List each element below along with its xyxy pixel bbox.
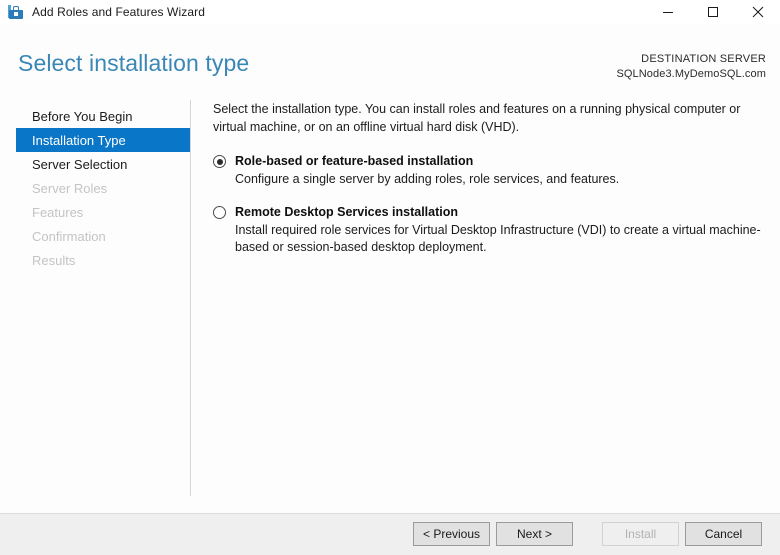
wizard-footer: < Previous Next > Install Cancel [0,513,780,555]
window-title: Add Roles and Features Wizard [32,5,205,19]
title-bar: Add Roles and Features Wizard [0,0,780,24]
destination-server-label: DESTINATION SERVER [641,53,766,65]
toolbox-icon [8,4,24,20]
sidebar-item-server-roles: Server Roles [16,176,190,200]
option-remote-desktop-services[interactable]: Remote Desktop Services installation Ins… [213,204,765,256]
sidebar-item-label: Confirmation [32,228,106,244]
minimize-icon [662,12,673,13]
option-description: Configure a single server by adding role… [235,172,620,186]
sidebar-item-before-you-begin[interactable]: Before You Begin [16,104,190,128]
instruction-text: Select the installation type. You can in… [213,102,741,134]
sidebar-item-features: Features [16,200,190,224]
sidebar-item-label: Features [32,204,84,220]
sidebar-item-label: Server Roles [32,180,108,196]
main-content: Select the installation type. You can in… [213,100,765,256]
minimize-button[interactable] [645,0,690,24]
page-title: Select installation type [18,50,250,76]
close-icon [752,6,763,18]
maximize-button[interactable] [690,0,735,24]
radio-remote-desktop-services-installation[interactable] [213,206,226,219]
sidebar-item-confirmation: Confirmation [16,224,190,248]
install-button: Install [602,522,679,546]
option-role-based[interactable]: Role-based or feature-based installation… [213,153,765,188]
sidebar-item-server-selection[interactable]: Server Selection [16,152,190,176]
sidebar-item-label: Server Selection [32,156,128,172]
next-button[interactable]: Next > [496,522,573,546]
sidebar-item-label: Results [32,252,76,268]
cancel-button[interactable]: Cancel [685,522,762,546]
sidebar-item-results: Results [16,248,190,272]
option-title: Role-based or feature-based installation [235,154,474,168]
sidebar-item-installation-type[interactable]: Installation Type [16,128,190,152]
maximize-icon [707,7,718,17]
sidebar-item-label: Before You Begin [32,108,133,124]
wizard-navigation-sidebar: Before You Begin Installation Type Serve… [0,100,190,496]
sidebar-item-label: Installation Type [32,132,126,148]
option-description: Install required role services for Virtu… [235,223,761,254]
destination-server-block: DESTINATION SERVER SQLNode3.MyDemoSQL.co… [616,52,766,82]
radio-role-based-installation[interactable] [213,155,226,168]
sidebar-divider [190,100,191,496]
wizard-header: Select installation type DESTINATION SER… [0,24,780,96]
window-controls [645,0,780,24]
previous-button[interactable]: < Previous [413,522,490,546]
close-button[interactable] [735,0,780,24]
add-roles-features-wizard-window: Add Roles and Features Wizard Select ins… [0,0,780,555]
option-title: Remote Desktop Services installation [235,205,458,219]
destination-server-name: SQLNode3.MyDemoSQL.com [616,68,766,80]
